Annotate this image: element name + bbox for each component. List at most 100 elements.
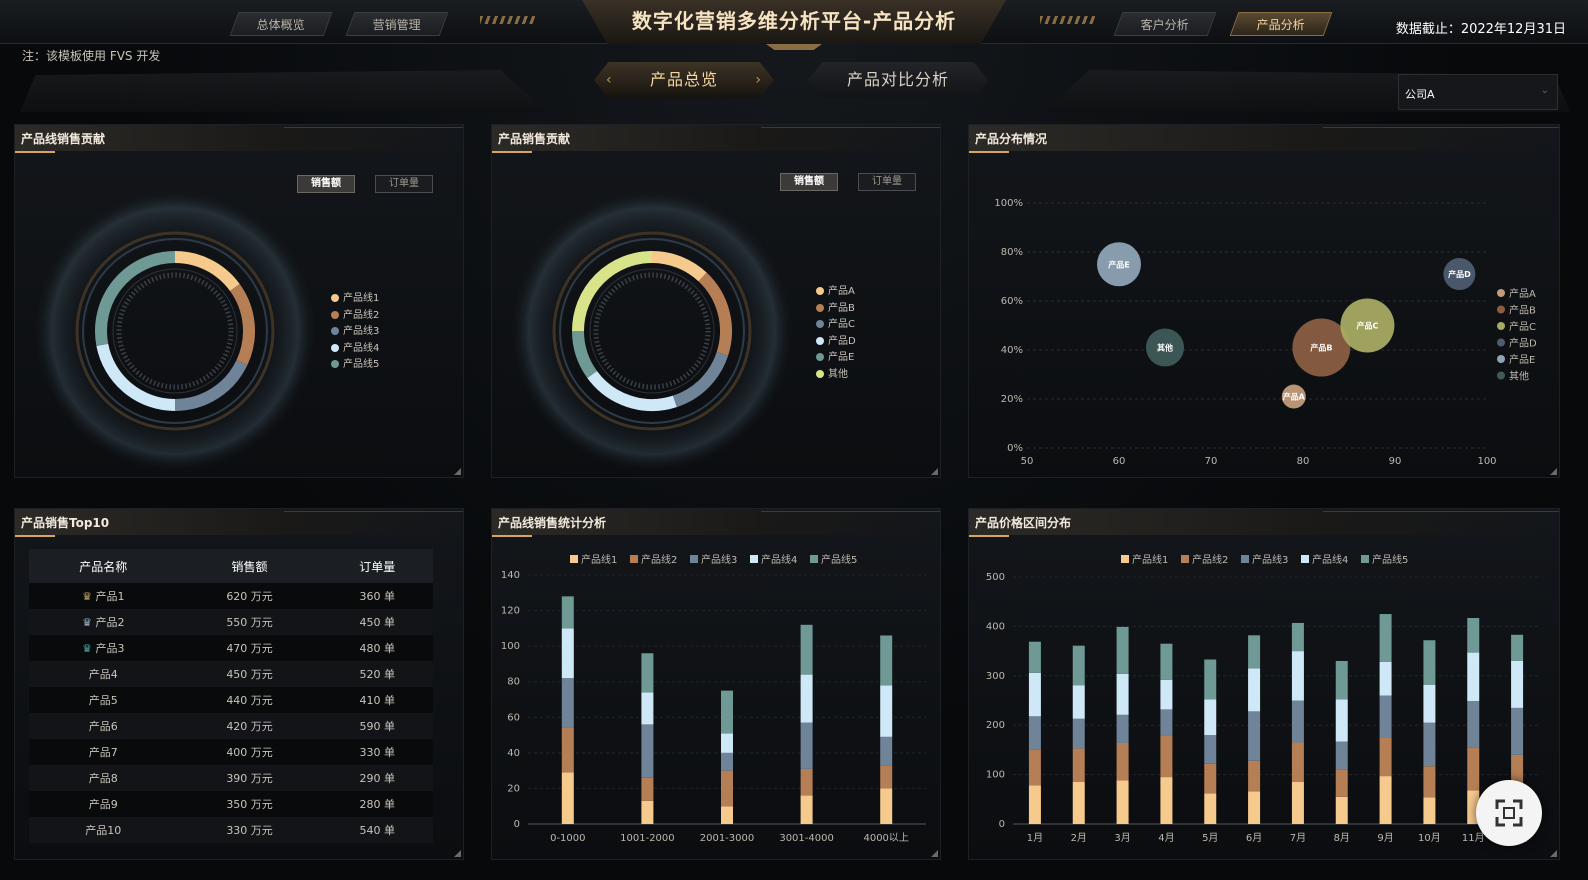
table-row[interactable]: 产品4 450 万元 520 单	[29, 661, 433, 687]
legend-swatch	[630, 555, 638, 563]
nav-tab-customer[interactable]: 客户分析	[1113, 12, 1217, 36]
y-tick-label: 20%	[1001, 394, 1023, 405]
table-row[interactable]: 产品8 390 万元 290 单	[29, 765, 433, 791]
bar-segment	[1291, 782, 1304, 824]
legend-label: 产品A	[828, 286, 855, 297]
bar-segment	[641, 692, 654, 725]
table-row[interactable]: 产品9 350 万元 280 单	[29, 791, 433, 817]
cell-text: 产品5	[88, 694, 118, 707]
legend-swatch	[1301, 555, 1309, 563]
table-cell: 620 万元	[177, 583, 322, 609]
table-cell: 540 单	[321, 817, 433, 843]
chevron-right-icon: ›	[755, 72, 762, 88]
nav-tab-label: 客户分析	[1140, 18, 1189, 32]
nav-tab-overview[interactable]: 总体概览	[229, 12, 333, 36]
bar-segment	[880, 685, 893, 737]
legend-item[interactable]: 产品A	[816, 282, 855, 297]
bubble-label: 产品A	[1283, 392, 1306, 402]
nav-tab-label: 营销管理	[372, 18, 421, 32]
bar-segment	[1335, 660, 1348, 700]
subnav-compare[interactable]: 产品对比分析	[808, 62, 988, 98]
bar-segment	[1160, 735, 1173, 778]
bar-segment	[561, 628, 574, 679]
scatter-chart: 0% 20% 40% 60% 80% 100% 50 60 70 80 90 100 产品A 产品B 产品C…	[994, 198, 1537, 467]
cell-text: 产品1	[95, 590, 125, 603]
bar-segment	[1116, 626, 1129, 674]
table-cell: 产品5	[29, 687, 178, 713]
cell-text: 410 单	[359, 694, 396, 707]
cell-text: 产品7	[88, 746, 118, 759]
legend-item[interactable]: 产品E	[816, 348, 854, 363]
toggle-orders-button[interactable]: 订单量	[858, 173, 916, 191]
bar-segment	[721, 806, 733, 824]
legend-item[interactable]: 产品B	[816, 299, 855, 314]
subnav-overview[interactable]: ‹ 产品总览 ›	[594, 62, 774, 98]
y-tick-label: 40%	[1001, 345, 1023, 356]
panel-header: 产品线销售贡献	[15, 125, 463, 153]
table-cell: 产品10	[29, 817, 178, 843]
table-cell: 330 万元	[177, 817, 322, 843]
corner-mark	[931, 850, 938, 857]
bar-segment	[561, 596, 574, 629]
bar-segment	[880, 736, 893, 766]
date-label: 数据截止：	[1395, 22, 1461, 37]
bubble-label: 其他	[1157, 343, 1173, 353]
company-select[interactable]: 公司A ⌄	[1398, 74, 1558, 110]
table-header-row: 产品名称 销售额 订单量	[29, 549, 433, 583]
table-cell: 590 单	[321, 713, 433, 739]
bar-segment	[1291, 742, 1304, 783]
cell-text: 480 单	[359, 642, 396, 655]
nav-tab-product[interactable]: 产品分析	[1229, 12, 1333, 36]
legend-item[interactable]: 产品线5	[331, 355, 379, 370]
y-tick-label: 40	[507, 748, 520, 759]
table-cell: 400 万元	[177, 739, 322, 765]
table-row[interactable]: 产品5 440 万元 410 单	[29, 687, 433, 713]
table-row[interactable]: ♛ 产品1 620 万元 360 单	[29, 583, 433, 609]
legend-item[interactable]: 产品线3	[331, 322, 379, 337]
bar-segment	[880, 635, 893, 686]
bar-segment	[641, 777, 654, 801]
legend-swatch	[816, 287, 824, 295]
bar-segment	[1248, 711, 1261, 761]
legend-label: 产品线5	[343, 359, 380, 370]
table-row[interactable]: ♛ 产品3 470 万元 480 单	[29, 635, 433, 661]
cell-text: 400 万元	[226, 746, 273, 759]
legend-item[interactable]: 产品C	[816, 315, 855, 330]
bar-segment	[880, 788, 893, 824]
legend-label: 产品线2	[641, 553, 677, 566]
table-row[interactable]: ♛ 产品2 550 万元 450 单	[29, 609, 433, 635]
glow	[30, 186, 320, 476]
legend-item[interactable]: 其他	[816, 365, 848, 380]
legend-swatch	[331, 327, 339, 335]
table-row[interactable]: 产品7 400 万元 330 单	[29, 739, 433, 765]
y-tick-label: 200	[986, 720, 1005, 731]
table-cell: 450 万元	[177, 661, 322, 687]
bar-segment	[1467, 700, 1480, 748]
dashboard: 总体概览 营销管理 数字化营销多维分析平台-产品分析 客户分析 产品分析 数据截…	[0, 0, 1588, 880]
legend-item[interactable]: 产品线2	[331, 306, 379, 321]
legend-swatch	[810, 555, 818, 563]
legend-item[interactable]: 产品线4	[331, 339, 379, 354]
bar-segment	[1116, 673, 1129, 715]
bar-segment	[800, 722, 813, 769]
bar-segment	[1511, 707, 1524, 755]
legend-item[interactable]: 产品D	[816, 332, 856, 347]
fullscreen-button[interactable]	[1476, 780, 1542, 846]
legend-item[interactable]: 产品线1	[331, 289, 379, 304]
stacked-bar-chart: 01002003004005001月 2月 3月 4月 5月 6月 7月 8月 9月 10月 11月…	[986, 553, 1539, 844]
nav-tab-marketing[interactable]: 营销管理	[345, 12, 449, 36]
table-row[interactable]: 产品6 420 万元 590 单	[29, 713, 433, 739]
legend-label: 产品线3	[1252, 553, 1288, 566]
y-tick-label: 80%	[1001, 247, 1023, 258]
bar-segment	[1204, 793, 1217, 824]
toggle-orders-button[interactable]: 订单量	[375, 175, 433, 193]
bar-segment	[1423, 766, 1436, 798]
table-cell: 280 单	[321, 791, 433, 817]
table-row[interactable]: 产品10 330 万元 540 单	[29, 817, 433, 843]
cell-text: 440 万元	[226, 694, 273, 707]
y-tick-label: 100	[986, 770, 1005, 781]
x-tick-label: 3月	[1114, 832, 1130, 844]
legend-swatch	[816, 303, 824, 312]
x-tick-label: 3001-4000	[779, 833, 834, 844]
bar-segment	[1028, 672, 1041, 717]
